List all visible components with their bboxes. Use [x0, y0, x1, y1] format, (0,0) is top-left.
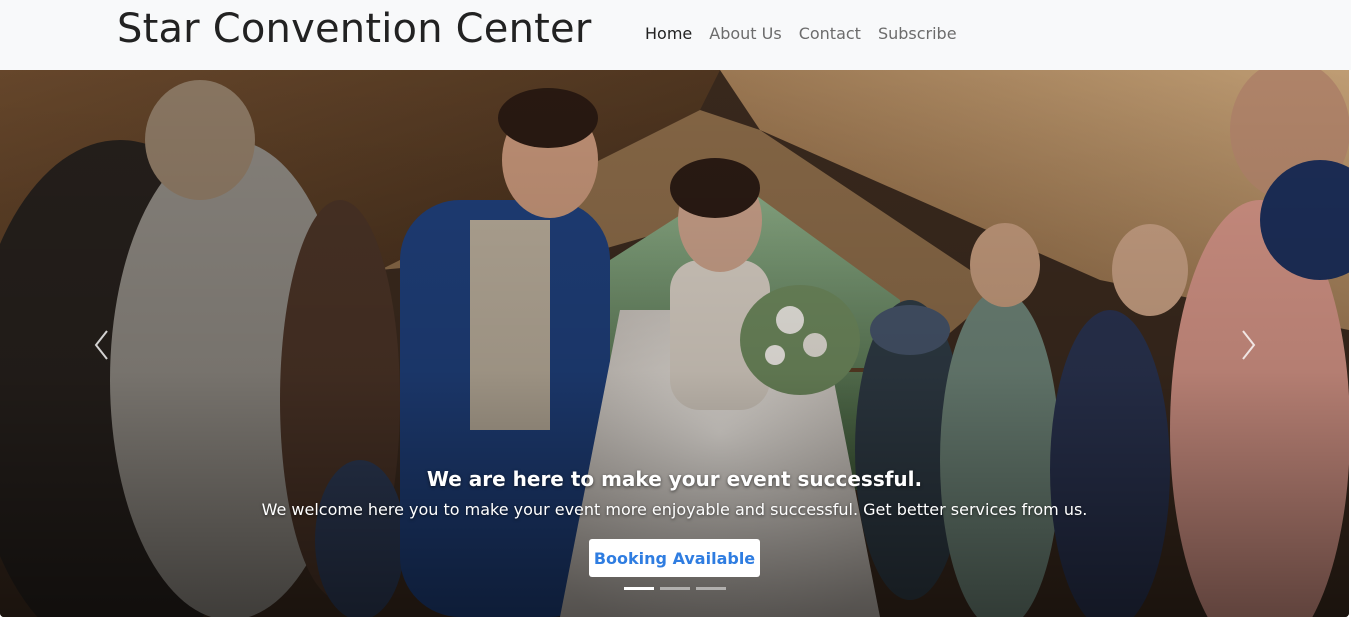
chevron-right-icon	[1242, 330, 1256, 360]
carousel-indicator-2[interactable]	[660, 587, 690, 590]
hero-overlay	[0, 70, 1349, 617]
carousel-indicator-3[interactable]	[696, 587, 726, 590]
carousel-indicator-1[interactable]	[624, 587, 654, 590]
hero-carousel: We are here to make your event successfu…	[0, 70, 1349, 617]
carousel-prev-button[interactable]	[88, 328, 118, 362]
hero-title: We are here to make your event successfu…	[426, 467, 923, 491]
carousel-indicators	[624, 587, 726, 590]
booking-available-button[interactable]: Booking Available	[589, 539, 760, 577]
nav-link-subscribe[interactable]: Subscribe	[878, 24, 957, 43]
brand-title[interactable]: Star Convention Center	[117, 6, 592, 52]
nav-link-contact[interactable]: Contact	[799, 24, 861, 43]
nav-menu: Home About Us Contact Subscribe	[645, 24, 974, 43]
nav-link-home[interactable]: Home	[645, 24, 692, 43]
carousel-next-button[interactable]	[1232, 328, 1262, 362]
nav-link-about-us[interactable]: About Us	[709, 24, 781, 43]
navbar: Star Convention Center Home About Us Con…	[0, 0, 1351, 70]
chevron-left-icon	[94, 330, 108, 360]
hero-subtitle: We welcome here you to make your event m…	[261, 500, 1088, 519]
